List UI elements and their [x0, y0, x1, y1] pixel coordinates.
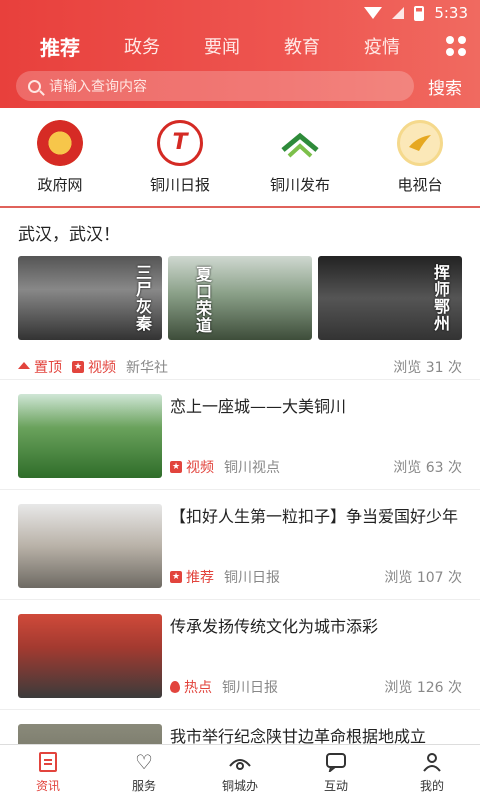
bottom-nav: 资讯 ♡ 服务 铜城办 互动 我的	[0, 744, 480, 800]
lead-article[interactable]: 武汉，武汉！ 三尸灰秦 夏口荣道 挥师鄂州 置顶 ★ 视频 新华社 浏览 31 次	[0, 210, 480, 380]
source: 铜川日报	[224, 570, 280, 586]
lead-meta: 置顶 ★ 视频 新华社 浏览 31 次	[0, 340, 480, 380]
source: 铜川日报	[222, 680, 278, 696]
quick-link-daily[interactable]: T 铜川日报	[130, 119, 230, 195]
nav-interact[interactable]: 互动	[288, 745, 384, 800]
search-input[interactable]: 请输入查询内容	[16, 71, 414, 101]
view-count: 浏览 31 次	[393, 359, 462, 376]
article-tag: 热点	[170, 677, 212, 697]
search-placeholder: 请输入查询内容	[49, 79, 147, 95]
nav-news[interactable]: 资讯	[0, 745, 96, 800]
signal-icon	[392, 7, 405, 19]
heart-icon: ♡	[135, 750, 153, 774]
lead-image: 夏口荣道	[168, 256, 312, 340]
city-office-icon	[228, 751, 252, 773]
image-caption: 三尸灰秦	[133, 264, 152, 332]
document-icon	[39, 752, 57, 772]
image-caption: 夏口荣道	[193, 266, 212, 334]
lead-image: 挥师鄂州	[318, 256, 462, 340]
status-bar: 5:33	[0, 0, 480, 26]
wifi-icon	[364, 7, 383, 19]
channel-grid-icon[interactable]	[446, 36, 466, 56]
header: 5:33 推荐 政务 要闻 教育 疫情 请输入查询内容 搜索	[0, 0, 480, 108]
view-count: 浏览 126 次	[384, 680, 462, 696]
video-tag: ★ 视频	[72, 359, 116, 376]
lead-title: 武汉，武汉！	[18, 225, 120, 245]
bird-icon	[409, 134, 431, 151]
app-root: 5:33 推荐 政务 要闻 教育 疫情 请输入查询内容 搜索 政府网 T 铜川日…	[0, 0, 480, 800]
article-meta: ★ 推荐 铜川日报 浏览 107 次	[170, 567, 462, 587]
pinned-tag: 置顶	[18, 357, 62, 377]
fire-icon	[170, 681, 180, 693]
nav-city-office[interactable]: 铜城办	[192, 745, 288, 800]
quick-link-gov[interactable]: 政府网	[10, 119, 110, 195]
lead-image: 三尸灰秦	[18, 256, 162, 340]
tongchuan-release-logo	[277, 119, 323, 166]
article-title: 传承发扬传统文化为城市添彩	[170, 617, 379, 636]
tab-education[interactable]: 教育	[284, 33, 320, 59]
tab-government[interactable]: 政务	[124, 33, 160, 59]
article-thumbnail	[18, 504, 162, 588]
article-title: 【扣好人生第一粒扣子】争当爱国好少年	[170, 507, 459, 526]
tab-epidemic[interactable]: 疫情	[364, 33, 400, 59]
source: 新华社	[126, 359, 168, 376]
nav-label: 互动	[323, 779, 348, 793]
list-item[interactable]: 【扣好人生第一粒扣子】争当爱国好少年 ★ 推荐 铜川日报 浏览 107 次	[0, 490, 480, 600]
article-meta: 热点 铜川日报 浏览 126 次	[170, 677, 462, 697]
source: 铜川视点	[224, 460, 280, 476]
quick-link-label: 电视台	[397, 175, 443, 194]
pin-top-icon	[18, 362, 30, 369]
chevron-logo-icon	[281, 132, 319, 157]
view-count: 浏览 107 次	[384, 570, 462, 586]
quick-link-label: 铜川发布	[269, 175, 330, 194]
nav-label: 我的	[419, 779, 444, 793]
search-row: 请输入查询内容 搜索	[0, 66, 480, 106]
list-item[interactable]: 传承发扬传统文化为城市添彩 热点 铜川日报 浏览 126 次	[0, 600, 480, 710]
image-caption: 挥师鄂州	[431, 264, 450, 332]
nav-label: 资讯	[35, 779, 60, 793]
list-item[interactable]: 恋上一座城——大美铜川 ★ 视频 铜川视点 浏览 63 次	[0, 380, 480, 490]
article-thumbnail	[18, 614, 162, 698]
quick-links: 政府网 T 铜川日报 铜川发布 电视台	[0, 108, 480, 208]
national-emblem-icon	[37, 119, 83, 166]
article-thumbnail	[18, 394, 162, 478]
tab-headlines[interactable]: 要闻	[204, 33, 240, 59]
star-badge-icon: ★	[170, 571, 182, 583]
news-feed: 武汉，武汉！ 三尸灰秦 夏口荣道 挥师鄂州 置顶 ★ 视频 新华社 浏览 31 次	[0, 210, 480, 800]
lead-images: 三尸灰秦 夏口荣道 挥师鄂州	[0, 246, 480, 340]
article-title: 恋上一座城——大美铜川	[170, 397, 347, 416]
article-tag: ★ 视频	[170, 460, 214, 476]
nav-label: 铜城办	[221, 779, 258, 793]
nav-services[interactable]: ♡ 服务	[96, 745, 192, 800]
search-button[interactable]: 搜索	[428, 74, 462, 99]
search-icon	[28, 79, 41, 93]
battery-icon	[414, 5, 425, 21]
quick-link-release[interactable]: 铜川发布	[250, 119, 350, 195]
star-badge-icon: ★	[72, 360, 84, 373]
channel-tabs: 推荐 政务 要闻 教育 疫情	[0, 26, 480, 66]
tongchuan-daily-logo: T	[157, 119, 203, 166]
tv-station-logo	[397, 119, 443, 166]
clock: 5:33	[434, 4, 468, 22]
user-icon	[420, 751, 444, 773]
tab-recommend[interactable]: 推荐	[40, 32, 80, 61]
star-badge-icon: ★	[170, 461, 182, 473]
view-count: 浏览 63 次	[393, 460, 462, 476]
article-tag: ★ 推荐	[170, 570, 214, 586]
quick-link-tv[interactable]: 电视台	[370, 119, 470, 195]
article-meta: ★ 视频 铜川视点 浏览 63 次	[170, 457, 462, 477]
chat-icon	[324, 751, 348, 773]
nav-profile[interactable]: 我的	[384, 745, 480, 800]
quick-link-label: 铜川日报	[149, 175, 210, 194]
nav-label: 服务	[131, 779, 156, 793]
quick-link-label: 政府网	[37, 175, 83, 194]
